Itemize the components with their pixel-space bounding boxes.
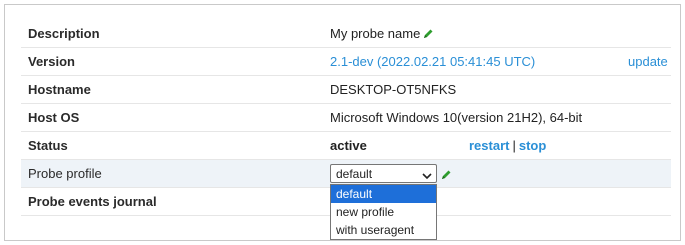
pencil-icon[interactable] bbox=[441, 168, 452, 183]
probe-events-journal-label: Probe events journal bbox=[28, 194, 157, 209]
restart-link[interactable]: restart bbox=[469, 138, 509, 153]
pencil-icon[interactable] bbox=[423, 27, 434, 42]
hostname-value: DESKTOP-OT5NFKS bbox=[330, 82, 457, 97]
description-text: My probe name bbox=[330, 26, 421, 41]
row-status: Status active restart | stop bbox=[21, 132, 671, 160]
profile-option-with-useragent[interactable]: with useragent bbox=[331, 221, 436, 239]
action-separator: | bbox=[512, 138, 516, 153]
description-label: Description bbox=[28, 26, 100, 41]
version-link[interactable]: 2.1-dev (2022.02.21 05:41:45 UTC) bbox=[330, 54, 535, 69]
update-link[interactable]: update bbox=[628, 54, 668, 69]
hostname-label: Hostname bbox=[28, 82, 91, 97]
description-value: My probe name bbox=[330, 26, 434, 42]
version-label: Version bbox=[28, 54, 75, 69]
status-value: active bbox=[330, 138, 367, 153]
row-description: Description My probe name bbox=[21, 20, 671, 48]
host-os-value: Microsoft Windows 10(version 21H2), 64-b… bbox=[330, 110, 583, 125]
probe-profile-select[interactable]: default bbox=[330, 164, 437, 183]
probe-profile-selected-value: default bbox=[336, 167, 373, 181]
row-hostname: Hostname DESKTOP-OT5NFKS bbox=[21, 76, 671, 104]
probe-profile-label: Probe profile bbox=[28, 166, 102, 181]
host-os-label: Host OS bbox=[28, 110, 80, 125]
row-version: Version 2.1-dev (2022.02.21 05:41:45 UTC… bbox=[21, 48, 671, 76]
probe-profile-dropdown: default new profile with useragent bbox=[330, 184, 437, 240]
status-label: Status bbox=[28, 138, 68, 153]
status-actions: restart | stop bbox=[469, 138, 546, 153]
profile-option-default[interactable]: default bbox=[331, 185, 436, 203]
profile-option-new-profile[interactable]: new profile bbox=[331, 203, 436, 221]
chevron-down-icon bbox=[422, 169, 432, 183]
stop-link[interactable]: stop bbox=[519, 138, 546, 153]
row-host-os: Host OS Microsoft Windows 10(version 21H… bbox=[21, 104, 671, 132]
